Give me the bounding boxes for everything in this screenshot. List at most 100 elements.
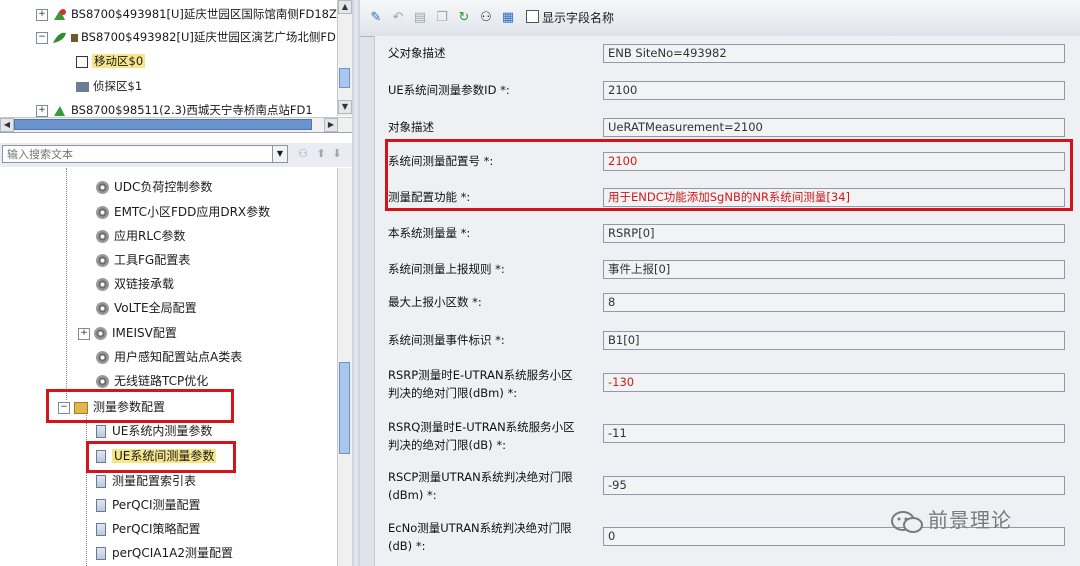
- tree-item[interactable]: EMTC小区FDD应用DRX参数: [96, 201, 270, 223]
- site-alarm-icon: [52, 8, 67, 22]
- field-label: RSRP测量时E-UTRAN系统服务小区判决的绝对门限(dBm) *:: [388, 368, 573, 400]
- copy-icon[interactable]: ❐: [434, 10, 450, 26]
- field-value[interactable]: 用于ENDC功能添加SgNB的NR系统间测量[34]: [603, 188, 1065, 207]
- tree-item-label: UDC负荷控制参数: [114, 180, 213, 194]
- property-panel: ✎ ↶ ▤ ❐ ↻ ⚇ ▦ 显示字段名称 父对象描述 ENB SiteNo=49…: [360, 0, 1080, 566]
- tree-node-site-493981[interactable]: + BS8700$493981[U]延庆世园区国际馆南侧FD18ZL]: [36, 4, 348, 24]
- cell-icon: [76, 81, 89, 92]
- tree-item-label: UE系统间测量参数: [112, 449, 217, 463]
- scroll-thumb[interactable]: [14, 119, 312, 130]
- tree-item-label: 工具FG配置表: [114, 253, 191, 267]
- tree-item[interactable]: 测量配置索引表: [96, 470, 196, 492]
- field-value[interactable]: -11: [603, 424, 1065, 443]
- tree-item[interactable]: PerQCI策略配置: [96, 518, 201, 540]
- scroll-down-arrow-icon[interactable]: ▼: [338, 100, 352, 114]
- binoculars-icon[interactable]: ⚇: [296, 147, 310, 161]
- cell-icon: [76, 55, 88, 68]
- tree-node-site-493982[interactable]: − BS8700$493982[U]延庆世园区演艺广场北侧FD1: [36, 27, 343, 47]
- field-value[interactable]: RSRP[0]: [603, 224, 1065, 243]
- tree-vertical-scrollbar[interactable]: ▲ ▼: [337, 0, 352, 116]
- lock-icon: [71, 33, 78, 42]
- calendar-icon[interactable]: ▦: [500, 10, 516, 26]
- expand-toggle[interactable]: +: [78, 327, 90, 340]
- field-value[interactable]: 事件上报[0]: [603, 260, 1065, 279]
- field-value[interactable]: 8: [603, 293, 1065, 312]
- wechat-icon: [890, 510, 924, 534]
- parameter-tree: UDC负荷控制参数 EMTC小区FDD应用DRX参数 应用RLC参数 工具FG配…: [0, 168, 353, 566]
- field-label: EcNo测量UTRAN系统判决绝对门限(dB) *:: [388, 521, 572, 553]
- tree-item-label: 无线链路TCP优化: [114, 374, 209, 388]
- document-icon: [96, 523, 106, 536]
- refresh-icon[interactable]: ↻: [456, 10, 472, 26]
- field-value[interactable]: 2100: [603, 152, 1065, 171]
- tree-item[interactable]: 双链接承载: [96, 273, 174, 295]
- tree-item-label: 测量配置索引表: [112, 474, 197, 488]
- save-icon[interactable]: ▤: [412, 10, 428, 26]
- pane-splitter[interactable]: [352, 0, 360, 566]
- arrow-up-icon[interactable]: ⬆: [314, 147, 328, 161]
- tree-node-label: BS8700$493981[U]延庆世园区国际馆南侧FD18ZL]: [71, 7, 348, 21]
- site-icon: [52, 104, 67, 118]
- scroll-right-arrow-icon[interactable]: ▶: [324, 118, 338, 132]
- collapse-toggle[interactable]: −: [58, 401, 70, 414]
- field-label: 本系统测量量 *:: [388, 226, 471, 240]
- field-value[interactable]: B1[0]: [603, 331, 1065, 350]
- tree-item[interactable]: UDC负荷控制参数: [96, 176, 212, 198]
- folder-gear-icon: [74, 401, 88, 414]
- site-tree: + BS8700$493981[U]延庆世园区国际馆南侧FD18ZL] − BS87…: [0, 0, 353, 133]
- tree-item-label: PerQCI测量配置: [112, 498, 201, 512]
- binoculars-icon[interactable]: ⚇: [478, 10, 494, 26]
- field-value[interactable]: 2100: [603, 81, 1065, 100]
- app-window: + BS8700$493981[U]延庆世园区国际馆南侧FD18ZL] − BS87…: [0, 0, 1080, 566]
- edit-icon[interactable]: ✎: [368, 10, 384, 26]
- tree-item[interactable]: VoLTE全局配置: [96, 297, 197, 319]
- wechat-watermark: 前景理论: [890, 505, 1012, 535]
- scroll-up-arrow-icon[interactable]: ▲: [338, 0, 352, 14]
- undo-icon[interactable]: ↶: [390, 10, 406, 26]
- tree-node-cell-0[interactable]: 移动区$0: [76, 51, 146, 71]
- field-value[interactable]: UeRATMeasurement=2100: [603, 118, 1065, 137]
- field-value[interactable]: -95: [603, 476, 1065, 495]
- scroll-left-arrow-icon[interactable]: ◀: [0, 118, 14, 132]
- search-input[interactable]: [2, 145, 274, 163]
- tree-item[interactable]: 无线链路TCP优化: [96, 370, 208, 392]
- tree-item[interactable]: perQCIA1A2测量配置: [96, 542, 233, 564]
- field-value[interactable]: ENB SiteNo=493982: [603, 44, 1065, 63]
- field-label: 对象描述: [388, 120, 434, 134]
- search-dropdown-button[interactable]: ▼: [272, 145, 288, 163]
- field-value[interactable]: -130: [603, 373, 1065, 392]
- tree-horizontal-scrollbar[interactable]: ◀ ▶: [0, 117, 352, 132]
- tree-item-label: IMEISV配置: [112, 326, 177, 340]
- property-toolbar: ✎ ↶ ▤ ❐ ↻ ⚇ ▦ 显示字段名称: [360, 0, 1080, 37]
- tree-item-measurement-config[interactable]: − 测量参数配置: [58, 396, 165, 418]
- tree-item[interactable]: + IMEISV配置: [78, 322, 177, 344]
- field-label: 系统间测量上报规则 *:: [388, 262, 505, 276]
- expand-toggle[interactable]: +: [36, 104, 48, 117]
- tree-item-selected[interactable]: UE系统间测量参数: [96, 445, 217, 467]
- checkbox[interactable]: [526, 10, 539, 23]
- tree-node-cell-1[interactable]: 侦探区$1: [76, 76, 142, 96]
- tree-item[interactable]: 用户感知配置站点A类表: [96, 346, 242, 368]
- tree-item[interactable]: 应用RLC参数: [96, 225, 185, 247]
- tree-vertical-scrollbar[interactable]: [337, 168, 352, 566]
- scroll-thumb[interactable]: [339, 68, 350, 88]
- tree-item[interactable]: PerQCI测量配置: [96, 494, 201, 516]
- field-label: 系统间测量事件标识 *:: [388, 333, 505, 347]
- site-icon: [52, 31, 67, 45]
- field-label: UE系统间测量参数ID *:: [388, 83, 510, 97]
- tree-item[interactable]: 工具FG配置表: [96, 249, 190, 271]
- field-label: 测量配置功能 *:: [388, 190, 471, 204]
- gear-icon: [96, 302, 109, 315]
- tree-node-label: 移动区$0: [92, 54, 146, 68]
- gear-icon: [96, 375, 109, 388]
- collapse-toggle[interactable]: −: [36, 31, 48, 44]
- field-label: RSRQ测量时E-UTRAN系统服务小区判决的绝对门限(dB) *:: [388, 420, 575, 452]
- expand-toggle[interactable]: +: [36, 8, 48, 21]
- arrow-down-icon[interactable]: ⬇: [330, 147, 344, 161]
- tree-item[interactable]: UE系统内测量参数: [96, 420, 212, 442]
- tree-item-label: 测量参数配置: [93, 400, 166, 414]
- document-icon: [96, 547, 106, 560]
- tree-item-label: VoLTE全局配置: [114, 301, 197, 315]
- scroll-thumb[interactable]: [339, 362, 350, 454]
- show-field-name-checkbox[interactable]: 显示字段名称: [526, 10, 614, 26]
